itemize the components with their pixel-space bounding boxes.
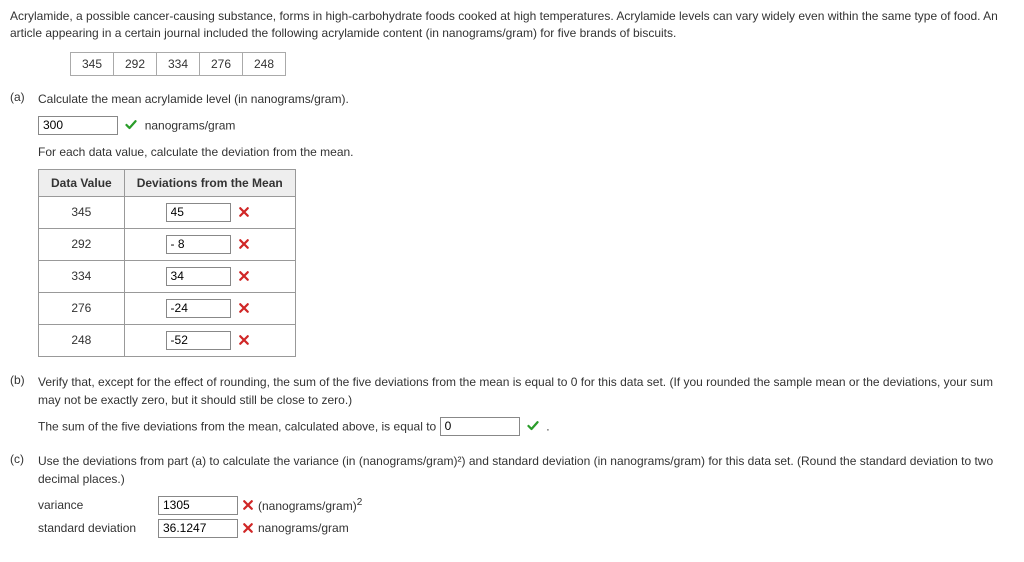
cross-icon <box>238 238 250 250</box>
cell-data-value: 276 <box>39 292 125 324</box>
cell-data-value: 345 <box>39 196 125 228</box>
period: . <box>546 419 549 433</box>
intro-text: Acrylamide, a possible cancer-causing su… <box>10 8 1014 42</box>
data-value-strip: 345 292 334 276 248 <box>70 52 1014 76</box>
sum-input[interactable] <box>440 417 520 436</box>
deviation-input[interactable] <box>166 203 231 222</box>
table-row: 248 <box>39 324 296 356</box>
th-data-value: Data Value <box>39 169 125 196</box>
sd-input[interactable] <box>158 519 238 538</box>
part-a-q1: Calculate the mean acrylamide level (in … <box>38 90 1014 108</box>
part-b: (b) Verify that, except for the effect o… <box>10 373 1014 436</box>
cross-icon <box>238 302 250 314</box>
th-deviations: Deviations from the Mean <box>124 169 295 196</box>
cell-data-value: 334 <box>39 260 125 292</box>
part-c: (c) Use the deviations from part (a) to … <box>10 452 1014 538</box>
sd-label: standard deviation <box>38 521 158 535</box>
data-cell: 276 <box>199 52 243 76</box>
cross-icon <box>242 522 254 534</box>
table-row: 292 <box>39 228 296 260</box>
sd-unit: nanograms/gram <box>258 521 349 535</box>
part-b-q: Verify that, except for the effect of ro… <box>38 373 1014 409</box>
deviation-table: Data Value Deviations from the Mean 345 … <box>38 169 296 357</box>
part-a-q2: For each data value, calculate the devia… <box>38 143 1014 161</box>
check-icon <box>527 420 539 432</box>
deviation-input[interactable] <box>166 299 231 318</box>
deviation-input[interactable] <box>166 267 231 286</box>
data-cell: 248 <box>242 52 286 76</box>
table-row: 334 <box>39 260 296 292</box>
part-b-label: (b) <box>10 373 25 387</box>
variance-input[interactable] <box>158 496 238 515</box>
data-cell: 334 <box>156 52 200 76</box>
deviation-input[interactable] <box>166 331 231 350</box>
data-cell: 292 <box>113 52 157 76</box>
cell-data-value: 248 <box>39 324 125 356</box>
cross-icon <box>238 334 250 346</box>
mean-unit: nanograms/gram <box>145 118 236 132</box>
cross-icon <box>242 499 254 511</box>
data-cell: 345 <box>70 52 114 76</box>
table-row: 276 <box>39 292 296 324</box>
part-a: (a) Calculate the mean acrylamide level … <box>10 90 1014 357</box>
deviation-input[interactable] <box>166 235 231 254</box>
part-b-stmt: The sum of the five deviations from the … <box>38 419 436 433</box>
part-c-label: (c) <box>10 452 24 466</box>
part-a-label: (a) <box>10 90 25 104</box>
cross-icon <box>238 270 250 282</box>
variance-label: variance <box>38 498 158 512</box>
table-row: 345 <box>39 196 296 228</box>
cell-data-value: 292 <box>39 228 125 260</box>
part-c-q: Use the deviations from part (a) to calc… <box>38 452 1014 488</box>
variance-unit: (nanograms/gram)2 <box>258 497 362 513</box>
check-icon <box>125 119 137 131</box>
mean-input[interactable] <box>38 116 118 135</box>
cross-icon <box>238 206 250 218</box>
